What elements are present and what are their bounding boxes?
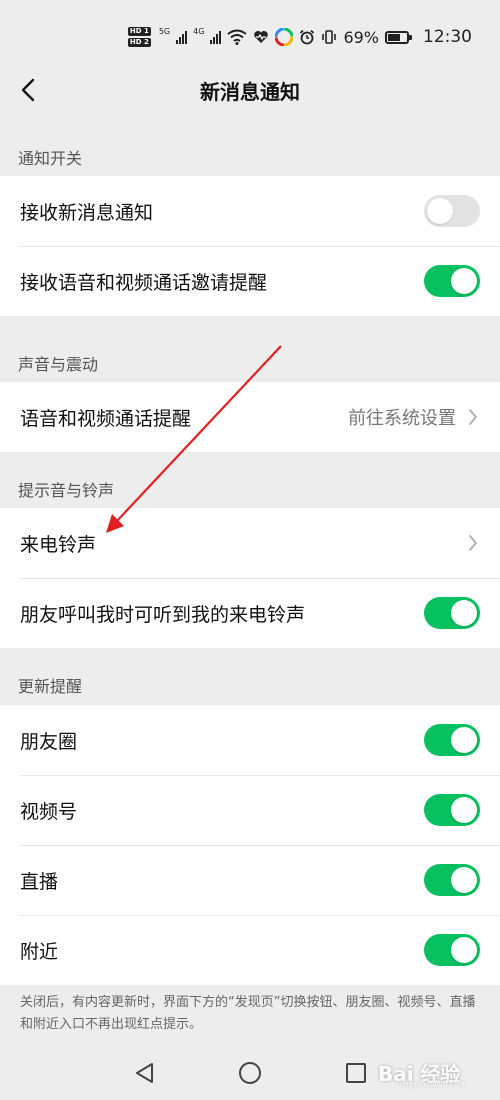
nav-back-button[interactable] bbox=[130, 1059, 158, 1087]
nav-home-button[interactable] bbox=[236, 1059, 264, 1087]
row-label: 朋友圈 bbox=[20, 730, 78, 753]
toggle-call-invite-reminder[interactable] bbox=[424, 265, 480, 297]
row-channels[interactable]: 视频号 bbox=[0, 775, 500, 845]
toggle-knob bbox=[451, 600, 477, 626]
toggle-moments[interactable] bbox=[424, 724, 480, 756]
toggle-live[interactable] bbox=[424, 864, 480, 896]
group-tones-ringtones: 来电铃声 朋友呼叫我时可听到我的来电铃声 bbox=[0, 508, 500, 648]
circle-home-icon bbox=[239, 1062, 261, 1084]
row-label: 朋友呼叫我时可听到我的来电铃声 bbox=[20, 603, 306, 626]
toggle-receive-new-message[interactable] bbox=[424, 195, 480, 227]
row-nearby[interactable]: 附近 bbox=[0, 915, 500, 985]
status-icons: HD 1 HD 2 5G 4G 69% 12:30 bbox=[127, 24, 472, 50]
toggle-knob bbox=[451, 727, 477, 753]
footnote: 关闭后，有内容更新时，界面下方的“发现页”切换按钮、朋友圈、视频号、直播和附近入… bbox=[20, 995, 476, 1032]
signal-icon-2 bbox=[210, 30, 222, 44]
health-heart-icon bbox=[254, 31, 269, 43]
row-call-reminder-system-settings[interactable]: 语音和视频通话提醒 前往系统设置 bbox=[0, 382, 500, 452]
toggle-friends-hear-ringtone[interactable] bbox=[424, 597, 480, 629]
hd2-icon: HD 2 bbox=[127, 38, 151, 47]
status-bar: HD 1 HD 2 5G 4G 69% 12:30 bbox=[0, 0, 500, 60]
row-friends-hear-ringtone[interactable]: 朋友呼叫我时可听到我的来电铃声 bbox=[0, 578, 500, 648]
row-label: 视频号 bbox=[20, 800, 78, 823]
triangle-back-icon bbox=[136, 1063, 153, 1083]
row-live[interactable]: 直播 bbox=[0, 845, 500, 915]
row-receive-new-message[interactable]: 接收新消息通知 bbox=[0, 176, 500, 246]
row-moments[interactable]: 朋友圈 bbox=[0, 705, 500, 775]
toggle-knob bbox=[451, 937, 477, 963]
group-update-reminders: 朋友圈 视频号 直播 附近 bbox=[0, 705, 500, 985]
section-header-update-reminders: 更新提醒 bbox=[18, 677, 83, 696]
alarm-icon bbox=[300, 29, 315, 45]
row-label: 语音和视频通话提醒 bbox=[20, 407, 192, 430]
toggle-knob bbox=[451, 268, 477, 294]
toggle-knob bbox=[451, 797, 477, 823]
signal-icon bbox=[176, 30, 188, 44]
square-recents-icon bbox=[346, 1063, 366, 1083]
chevron-right-icon bbox=[468, 407, 480, 427]
group-sound-vibration: 语音和视频通话提醒 前往系统设置 bbox=[0, 382, 500, 452]
section-header-notification-switch: 通知开关 bbox=[18, 149, 83, 168]
row-label: 接收语音和视频通话邀请提醒 bbox=[20, 271, 268, 294]
row-call-invite-reminder[interactable]: 接收语音和视频通话邀请提醒 bbox=[0, 246, 500, 316]
row-label: 来电铃声 bbox=[20, 533, 97, 556]
section-header-sound-vibration: 声音与震动 bbox=[18, 355, 99, 374]
title-bar: 新消息通知 bbox=[0, 60, 500, 120]
wifi-icon bbox=[227, 29, 248, 45]
row-label: 直播 bbox=[20, 870, 59, 893]
toggle-knob bbox=[451, 867, 477, 893]
chevron-right-icon bbox=[468, 533, 480, 553]
hd1-icon: HD 1 bbox=[127, 27, 151, 36]
toggle-nearby[interactable] bbox=[424, 934, 480, 966]
nav-recents-button[interactable] bbox=[342, 1059, 370, 1087]
row-incoming-ringtone[interactable]: 来电铃声 bbox=[0, 508, 500, 578]
row-label: 附近 bbox=[20, 940, 59, 963]
battery-icon bbox=[385, 30, 412, 44]
section-header-tones-ringtones: 提示音与铃声 bbox=[18, 481, 115, 500]
group-notification-switch: 接收新消息通知 接收语音和视频通话邀请提醒 bbox=[0, 176, 500, 316]
toggle-channels[interactable] bbox=[424, 794, 480, 826]
vibrate-icon bbox=[322, 30, 337, 44]
page-title: 新消息通知 bbox=[200, 80, 300, 104]
row-value: 前往系统设置 bbox=[348, 408, 456, 429]
watermark-subtext: jingyan.baidu.com bbox=[400, 1080, 465, 1088]
network-5g-label: 5G bbox=[158, 26, 171, 36]
clock: 12:30 bbox=[423, 27, 472, 47]
hd-icons: HD 1 HD 2 bbox=[127, 27, 151, 47]
battery-percent: 69% bbox=[343, 27, 379, 47]
app-colorful-icon bbox=[275, 28, 294, 46]
network-4g-label: 4G bbox=[193, 26, 205, 36]
row-label: 接收新消息通知 bbox=[20, 201, 154, 224]
baidu-watermark: Bai 经验 jingyan.baidu.com bbox=[378, 1050, 488, 1094]
toggle-knob bbox=[427, 198, 453, 224]
